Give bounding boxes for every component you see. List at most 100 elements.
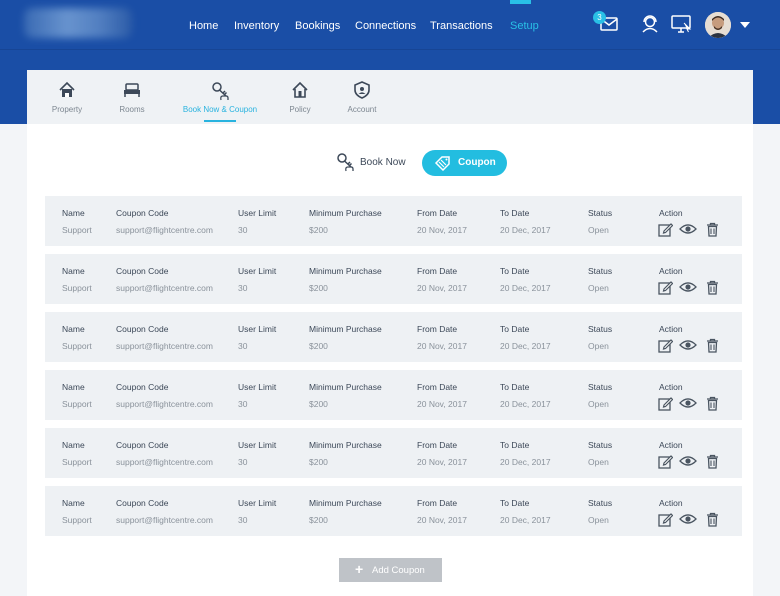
coupon-label: Coupon: [458, 157, 496, 168]
to-date-value: 20 Dec, 2017: [500, 457, 551, 467]
table-row: Name Support Coupon Code support@flightcent…: [45, 312, 742, 362]
name-value: Support: [62, 341, 92, 351]
action-header: Action: [659, 440, 683, 450]
user-avatar[interactable]: [705, 12, 731, 38]
minimum-purchase-header: Minimum Purchase: [309, 208, 382, 218]
status-value: Open: [588, 399, 609, 409]
from-date-header: From Date: [417, 498, 458, 508]
property-icon: [59, 81, 75, 97]
active-tab-underline: [204, 120, 236, 122]
name-value: Support: [62, 457, 92, 467]
view-icon[interactable]: [679, 454, 697, 468]
tab-account-label: Account: [347, 105, 377, 114]
header-divider: [0, 49, 780, 50]
from-date-value: 20 Nov, 2017: [417, 341, 467, 351]
brand-logo[interactable]: [24, 8, 132, 38]
status-header: Status: [588, 324, 613, 334]
tab-book-now-coupon-label: Book Now & Coupon: [182, 105, 258, 114]
to-date-value: 20 Dec, 2017: [500, 341, 551, 351]
from-date-value: 20 Nov, 2017: [417, 225, 467, 235]
edit-icon[interactable]: [658, 454, 673, 469]
delete-icon[interactable]: [706, 454, 719, 469]
to-date-header: To Date: [500, 208, 530, 218]
view-icon[interactable]: [679, 512, 697, 526]
edit-icon[interactable]: [658, 512, 673, 527]
nav-inventory[interactable]: Inventory: [234, 20, 279, 32]
user-limit-header: User Limit: [238, 324, 277, 334]
user-limit-value: 30: [238, 515, 248, 525]
view-icon[interactable]: [679, 222, 697, 236]
delete-icon[interactable]: [706, 280, 719, 295]
status-header: Status: [588, 498, 613, 508]
minimum-purchase-value: $200: [309, 399, 328, 409]
tab-book-now-coupon[interactable]: Book Now & Coupon: [175, 70, 265, 124]
minimum-purchase-value: $200: [309, 515, 328, 525]
nav-connections[interactable]: Connections: [355, 20, 416, 32]
tab-property[interactable]: Property: [41, 70, 93, 124]
delete-icon[interactable]: [706, 512, 719, 527]
setup-tabs: Property Rooms Book Now & Coupon Policy …: [27, 70, 753, 124]
minimum-purchase-value: $200: [309, 225, 328, 235]
nav-active-indicator: [510, 0, 531, 4]
minimum-purchase-header: Minimum Purchase: [309, 498, 382, 508]
add-coupon-button[interactable]: + Add Coupon: [339, 558, 442, 582]
edit-icon[interactable]: [658, 338, 673, 353]
user-limit-header: User Limit: [238, 208, 277, 218]
nav-transactions[interactable]: Transactions: [430, 20, 493, 32]
to-date-value: 20 Dec, 2017: [500, 225, 551, 235]
edit-icon[interactable]: [658, 280, 673, 295]
account-dropdown-icon[interactable]: [740, 22, 750, 28]
coupon-code-value: support@flightcentre.com: [116, 225, 213, 235]
minimum-purchase-value: $200: [309, 283, 328, 293]
coupon-toggle[interactable]: Coupon: [422, 150, 507, 176]
edit-icon[interactable]: [658, 396, 673, 411]
shield-icon: [354, 81, 370, 99]
plus-icon: +: [355, 561, 364, 577]
from-date-value: 20 Nov, 2017: [417, 515, 467, 525]
key-hand-icon: [212, 82, 229, 101]
nav-bookings[interactable]: Bookings: [295, 20, 340, 32]
view-icon[interactable]: [679, 396, 697, 410]
nav-setup[interactable]: Setup: [510, 20, 539, 32]
name-header: Name: [62, 208, 85, 218]
coupon-code-value: support@flightcentre.com: [116, 341, 213, 351]
user-limit-header: User Limit: [238, 440, 277, 450]
name-header: Name: [62, 382, 85, 392]
from-date-value: 20 Nov, 2017: [417, 457, 467, 467]
tab-account[interactable]: Account: [337, 70, 387, 124]
coupon-code-header: Coupon Code: [116, 324, 169, 334]
to-date-value: 20 Dec, 2017: [500, 283, 551, 293]
table-row: Name Support Coupon Code support@flightcent…: [45, 196, 742, 246]
delete-icon[interactable]: [706, 396, 719, 411]
key-hand-icon: [337, 153, 354, 172]
tab-policy[interactable]: Policy: [279, 70, 321, 124]
minimum-purchase-header: Minimum Purchase: [309, 382, 382, 392]
delete-icon[interactable]: [706, 222, 719, 237]
name-value: Support: [62, 399, 92, 409]
to-date-header: To Date: [500, 382, 530, 392]
edit-icon[interactable]: [658, 222, 673, 237]
setup-card: Property Rooms Book Now & Coupon Policy …: [27, 70, 753, 596]
from-date-header: From Date: [417, 208, 458, 218]
from-date-header: From Date: [417, 266, 458, 276]
status-value: Open: [588, 457, 609, 467]
status-header: Status: [588, 440, 613, 450]
view-icon[interactable]: [679, 338, 697, 352]
user-limit-value: 30: [238, 225, 248, 235]
action-header: Action: [659, 324, 683, 334]
tab-rooms[interactable]: Rooms: [107, 70, 157, 124]
add-coupon-label: Add Coupon: [372, 565, 425, 576]
name-header: Name: [62, 498, 85, 508]
to-date-header: To Date: [500, 440, 530, 450]
coupon-code-value: support@flightcentre.com: [116, 457, 213, 467]
action-header: Action: [659, 208, 683, 218]
delete-icon[interactable]: [706, 338, 719, 353]
nav-home[interactable]: Home: [189, 20, 218, 32]
view-icon[interactable]: [679, 280, 697, 294]
status-header: Status: [588, 208, 613, 218]
coupon-code-value: support@flightcentre.com: [116, 515, 213, 525]
desktop-share-icon[interactable]: [671, 15, 693, 33]
action-header: Action: [659, 382, 683, 392]
support-agent-icon[interactable]: [640, 13, 660, 33]
from-date-value: 20 Nov, 2017: [417, 399, 467, 409]
